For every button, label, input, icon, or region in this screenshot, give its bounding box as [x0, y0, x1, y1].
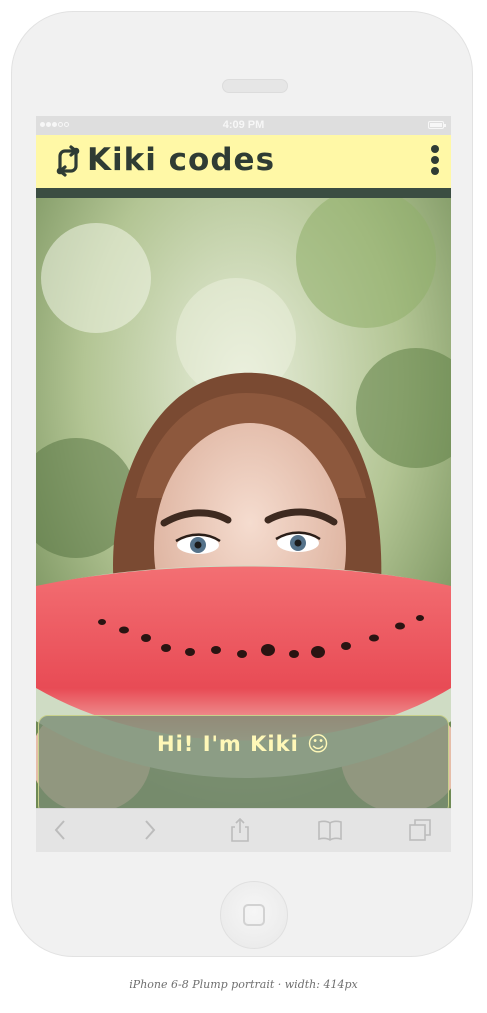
app-header: Kiki codes — [36, 135, 451, 198]
status-time: 4:09 PM — [222, 119, 265, 131]
home-button-icon — [243, 904, 265, 926]
tabs-icon[interactable] — [407, 817, 433, 843]
device-preview: 4:09 PM Kiki codes Hi! I'm Kiki ☺ iPhone… — [0, 0, 487, 1013]
greeting-text: Hi! I'm Kiki ☺ — [157, 732, 330, 756]
device-caption: iPhone 6-8 Plump portrait · width: 414px — [129, 978, 358, 991]
forward-icon[interactable] — [136, 817, 162, 843]
status-bar: 4:09 PM — [36, 116, 451, 135]
vertical-dots-icon[interactable] — [429, 145, 441, 175]
app-title[interactable]: Kiki codes — [87, 142, 275, 178]
speaker-grille — [222, 79, 288, 93]
browser-toolbar — [36, 808, 451, 852]
share-icon[interactable] — [227, 817, 253, 843]
back-icon[interactable] — [48, 817, 74, 843]
bookmarks-icon[interactable] — [317, 817, 343, 843]
greeting-card: Hi! I'm Kiki ☺ — [38, 715, 449, 815]
battery-icon — [428, 121, 446, 129]
sync-arrows-icon[interactable] — [51, 144, 85, 178]
phone-screen: 4:09 PM Kiki codes Hi! I'm Kiki ☺ — [36, 116, 451, 852]
